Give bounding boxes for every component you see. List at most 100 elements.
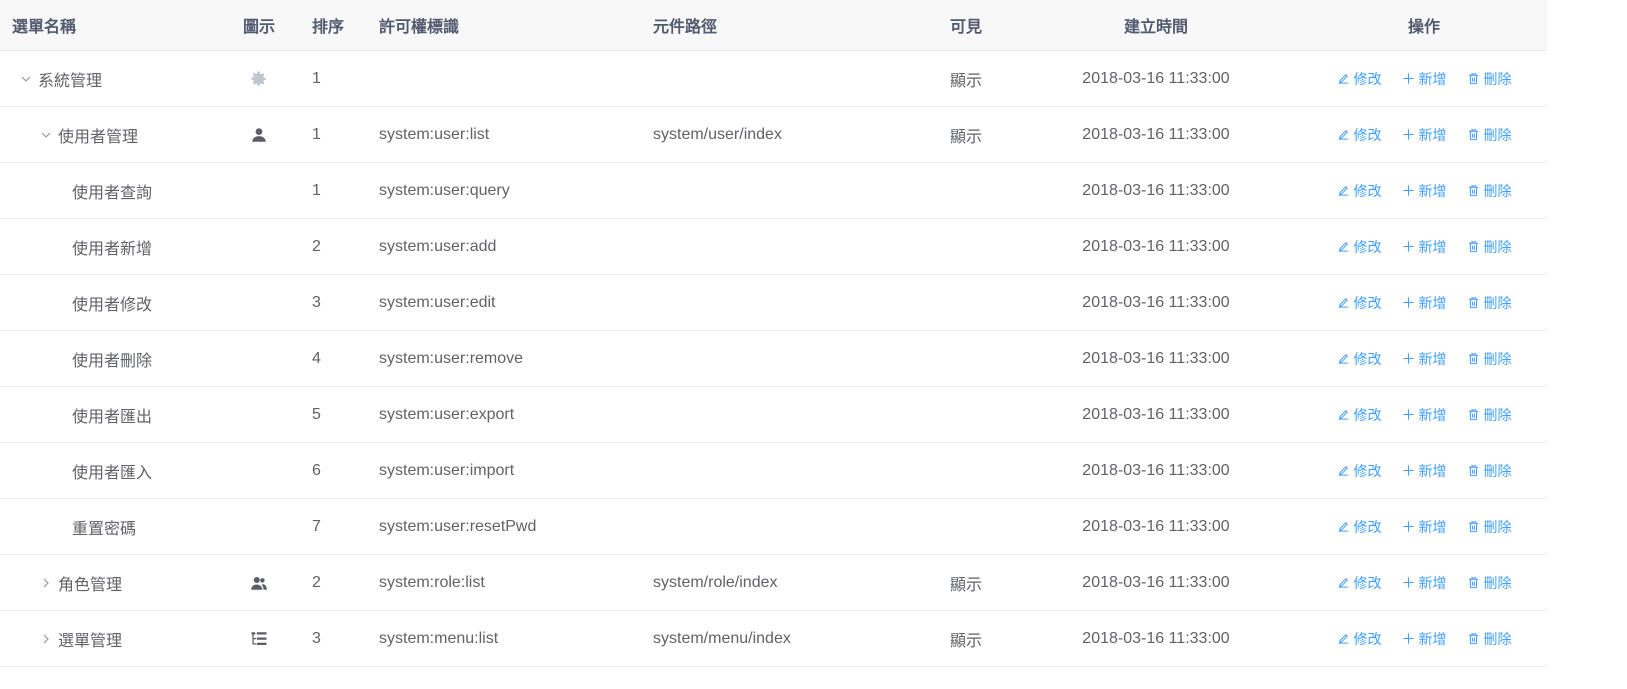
- add-button[interactable]: 新增: [1402, 293, 1447, 313]
- add-button[interactable]: 新增: [1402, 517, 1447, 537]
- trash-icon: [1467, 352, 1480, 365]
- edit-icon: [1337, 72, 1350, 85]
- row-actions: 修改 新增 刪除: [1301, 405, 1547, 425]
- chevron-right-icon[interactable]: [38, 631, 54, 647]
- row-actions: 修改 新增 刪除: [1301, 293, 1547, 313]
- menu-tree-table: 選單名稱 圖示 排序 許可權標識 元件路徑 可見 建立時間 操作 系統管理 1 …: [0, 0, 1547, 667]
- menu-order: 7: [312, 517, 321, 535]
- edit-icon: [1337, 632, 1350, 645]
- table-row: 系統管理 1 顯示 2018-03-16 11:33:00 修改 新增 刪除: [0, 51, 1547, 107]
- table-row: 使用者新增 2 system:user:add 2018-03-16 11:33…: [0, 219, 1547, 275]
- chevron-right-icon[interactable]: [38, 575, 54, 591]
- menu-order: 4: [312, 349, 321, 367]
- edit-button[interactable]: 修改: [1337, 405, 1382, 425]
- plus-icon: [1402, 240, 1415, 253]
- edit-icon: [1337, 464, 1350, 477]
- plus-icon: [1402, 128, 1415, 141]
- delete-button[interactable]: 刪除: [1467, 461, 1512, 481]
- trash-icon: [1467, 296, 1480, 309]
- plus-icon: [1402, 632, 1415, 645]
- menu-perm: system:user:export: [379, 405, 515, 423]
- add-button[interactable]: 新增: [1402, 181, 1447, 201]
- plus-icon: [1402, 72, 1415, 85]
- row-actions: 修改 新增 刪除: [1301, 349, 1547, 369]
- trash-icon: [1467, 464, 1480, 477]
- plus-icon: [1402, 352, 1415, 365]
- edit-icon: [1337, 576, 1350, 589]
- edit-icon: [1337, 184, 1350, 197]
- chevron-down-icon[interactable]: [38, 127, 54, 143]
- delete-button[interactable]: 刪除: [1467, 293, 1512, 313]
- edit-button[interactable]: 修改: [1337, 237, 1382, 257]
- user-icon: [250, 126, 268, 144]
- row-actions: 修改 新增 刪除: [1301, 573, 1547, 593]
- menu-name: 使用者刪除: [72, 352, 153, 370]
- header-visible: 可見: [949, 19, 982, 36]
- edit-button[interactable]: 修改: [1337, 69, 1382, 89]
- edit-button[interactable]: 修改: [1337, 181, 1382, 201]
- add-button[interactable]: 新增: [1402, 629, 1447, 649]
- add-button[interactable]: 新增: [1402, 237, 1447, 257]
- trash-icon: [1467, 72, 1480, 85]
- add-button[interactable]: 新增: [1402, 461, 1447, 481]
- add-button[interactable]: 新增: [1402, 69, 1447, 89]
- edit-button[interactable]: 修改: [1337, 629, 1382, 649]
- table-row: 選單管理 3 system:menu:list system/menu/inde…: [0, 611, 1547, 667]
- edit-button[interactable]: 修改: [1337, 461, 1382, 481]
- table-row: 使用者修改 3 system:user:edit 2018-03-16 11:3…: [0, 275, 1547, 331]
- row-actions: 修改 新增 刪除: [1301, 461, 1547, 481]
- edit-icon: [1337, 128, 1350, 141]
- delete-button[interactable]: 刪除: [1467, 125, 1512, 145]
- add-button[interactable]: 新增: [1402, 125, 1447, 145]
- menu-order: 3: [312, 293, 321, 311]
- table-row: 重置密碼 7 system:user:resetPwd 2018-03-16 1…: [0, 499, 1547, 555]
- edit-button[interactable]: 修改: [1337, 517, 1382, 537]
- menu-order: 1: [312, 181, 321, 199]
- menu-created: 2018-03-16 11:33:00: [1082, 181, 1230, 199]
- menu-perm: system:user:remove: [379, 349, 524, 367]
- menu-created: 2018-03-16 11:33:00: [1082, 629, 1230, 647]
- edit-button[interactable]: 修改: [1337, 349, 1382, 369]
- add-button[interactable]: 新增: [1402, 573, 1447, 593]
- menu-name: 重置密碼: [72, 520, 137, 538]
- row-actions: 修改 新增 刪除: [1301, 237, 1547, 257]
- plus-icon: [1402, 576, 1415, 589]
- trash-icon: [1467, 576, 1480, 589]
- row-actions: 修改 新增 刪除: [1301, 181, 1547, 201]
- delete-button[interactable]: 刪除: [1467, 517, 1512, 537]
- delete-button[interactable]: 刪除: [1467, 181, 1512, 201]
- trash-icon: [1467, 408, 1480, 421]
- edit-button[interactable]: 修改: [1337, 293, 1382, 313]
- table-row: 使用者刪除 4 system:user:remove 2018-03-16 11…: [0, 331, 1547, 387]
- menu-perm: system:user:resetPwd: [379, 517, 537, 535]
- delete-button[interactable]: 刪除: [1467, 237, 1512, 257]
- menu-created: 2018-03-16 11:33:00: [1082, 293, 1230, 311]
- trash-icon: [1467, 520, 1480, 533]
- gear-icon: [250, 70, 268, 88]
- menu-created: 2018-03-16 11:33:00: [1082, 573, 1230, 591]
- table-header: 選單名稱 圖示 排序 許可權標識 元件路徑 可見 建立時間 操作: [0, 0, 1547, 51]
- menu-icon-cell: [214, 574, 304, 592]
- delete-button[interactable]: 刪除: [1467, 69, 1512, 89]
- delete-button[interactable]: 刪除: [1467, 405, 1512, 425]
- table-row: 使用者查詢 1 system:user:query 2018-03-16 11:…: [0, 163, 1547, 219]
- add-button[interactable]: 新增: [1402, 349, 1447, 369]
- menu-visible: 顯示: [949, 72, 982, 90]
- menu-icon-cell: [214, 70, 304, 88]
- edit-button[interactable]: 修改: [1337, 125, 1382, 145]
- menu-name: 角色管理: [58, 576, 123, 594]
- tree-table-icon: [250, 630, 268, 648]
- delete-button[interactable]: 刪除: [1467, 349, 1512, 369]
- menu-visible: 顯示: [949, 576, 982, 594]
- chevron-down-icon[interactable]: [18, 71, 34, 87]
- row-actions: 修改 新增 刪除: [1301, 125, 1547, 145]
- add-button[interactable]: 新增: [1402, 405, 1447, 425]
- delete-button[interactable]: 刪除: [1467, 629, 1512, 649]
- delete-button[interactable]: 刪除: [1467, 573, 1512, 593]
- edit-button[interactable]: 修改: [1337, 573, 1382, 593]
- menu-icon-cell: [214, 630, 304, 648]
- menu-created: 2018-03-16 11:33:00: [1082, 517, 1230, 535]
- plus-icon: [1402, 520, 1415, 533]
- menu-perm: system:user:edit: [379, 293, 496, 311]
- edit-icon: [1337, 520, 1350, 533]
